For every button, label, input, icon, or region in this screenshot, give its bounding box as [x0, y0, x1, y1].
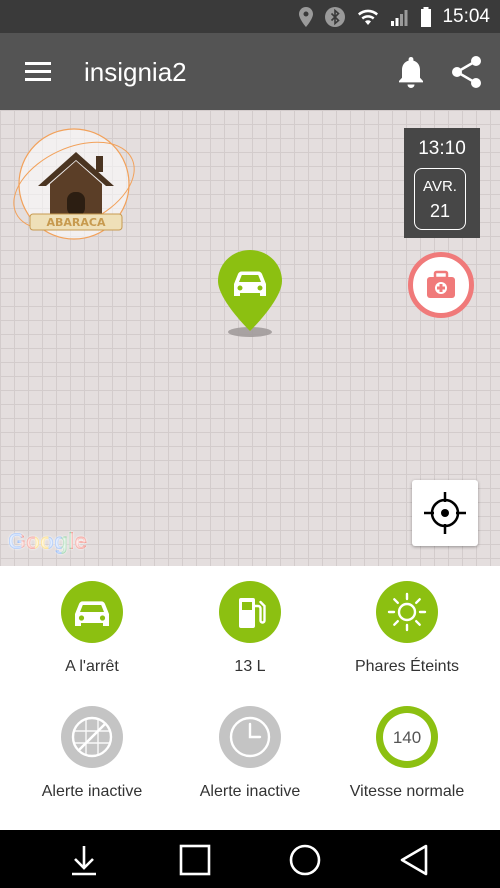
- status-speed: 140 Vitesse normale: [324, 705, 490, 801]
- locate-button[interactable]: [412, 480, 478, 546]
- status-engine: A l'arrêt: [9, 580, 175, 676]
- menu-icon[interactable]: [22, 57, 56, 87]
- bluetooth-icon: [325, 6, 346, 27]
- status-speed-label: Vitesse normale: [349, 783, 465, 800]
- speed-icon: 140: [376, 706, 438, 768]
- car-icon: [234, 271, 266, 296]
- status-lights: Phares Éteints: [324, 580, 490, 676]
- battery-icon: [421, 6, 432, 27]
- system-nav-bar: [0, 830, 500, 888]
- status-lights-label: Phares Éteints: [354, 658, 460, 675]
- clock-time: 15:04: [442, 5, 490, 27]
- home-logo: ABARACA: [13, 128, 135, 240]
- vehicle-map-pin[interactable]: [214, 248, 288, 338]
- hide-keyboard-icon[interactable]: [66, 842, 102, 878]
- location-icon: [299, 6, 314, 27]
- home-icon[interactable]: [287, 842, 323, 878]
- crosshair-icon: [424, 492, 466, 534]
- back-icon[interactable]: [396, 842, 432, 878]
- vehicle-status-panel: A l'arrêt 13 L Phares Éteints Alerte ina…: [0, 566, 500, 830]
- logo-lettering: ABARACA: [47, 216, 106, 229]
- status-zone-alert: Alerte inactive: [9, 705, 175, 801]
- radar-icon: [61, 706, 123, 768]
- share-icon[interactable]: [448, 53, 486, 91]
- date-time-box: 13:10 AVR. 21: [404, 128, 480, 238]
- status-zone-alert-label: Alerte inactive: [41, 783, 143, 800]
- status-bar: 15:04: [0, 0, 500, 33]
- sun-icon: [376, 581, 438, 643]
- map-time: 13:10: [418, 138, 466, 159]
- date-badge: AVR. 21: [414, 168, 466, 230]
- bell-icon[interactable]: [392, 53, 430, 91]
- medkit-button[interactable]: [408, 252, 474, 318]
- status-time-alert-label: Alerte inactive: [199, 783, 301, 800]
- app-bar: insignia2: [0, 33, 500, 110]
- recents-icon[interactable]: [177, 842, 213, 878]
- status-time-alert: Alerte inactive: [167, 705, 333, 801]
- map-view[interactable]: ABARACA 13:10 AVR. 21 Google: [0, 110, 500, 566]
- status-engine-label: A l'arrêt: [65, 658, 119, 675]
- google-attribution: Google: [8, 528, 87, 555]
- page-title: insignia2: [84, 57, 187, 87]
- status-fuel-label: 13 L: [234, 658, 266, 675]
- speed-value: 140: [393, 728, 421, 747]
- first-aid-icon: [427, 270, 455, 298]
- car-icon: [61, 581, 123, 643]
- clock-icon: [219, 706, 281, 768]
- date-day: 21: [429, 201, 451, 221]
- status-fuel: 13 L: [167, 580, 333, 676]
- wifi-icon: [358, 9, 379, 25]
- fuel-pump-icon: [219, 581, 281, 643]
- google-attribution-text: Google: [8, 528, 88, 554]
- signal-icon: [391, 9, 408, 26]
- date-month: AVR.: [423, 178, 457, 195]
